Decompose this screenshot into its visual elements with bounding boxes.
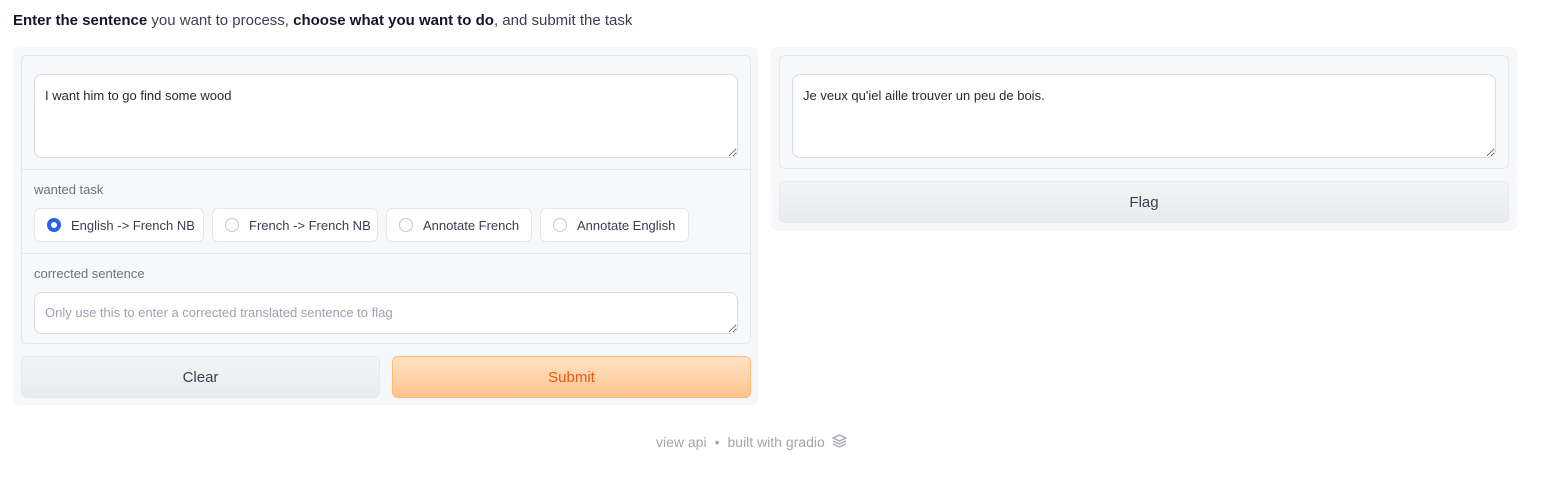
- instructions-text-3: , and submit the task: [493, 12, 633, 29]
- task-label: wanted task: [34, 182, 104, 197]
- output-form: [779, 55, 1509, 169]
- sentence-input[interactable]: [34, 74, 738, 158]
- radio-french-to-french-nb[interactable]: French -> French NB: [212, 208, 378, 242]
- output-panel: Flag: [771, 47, 1517, 231]
- translation-output[interactable]: [792, 74, 1496, 158]
- radio-unselected-icon: [553, 218, 567, 232]
- instructions-bold-2: choose what you want to do: [293, 12, 494, 29]
- clear-button[interactable]: Clear: [21, 356, 380, 398]
- divider: [22, 169, 750, 170]
- divider: [22, 253, 750, 254]
- radio-english-to-french-nb[interactable]: English -> French NB: [34, 208, 204, 242]
- gradio-logo-icon: [832, 434, 847, 448]
- instructions-bold-1: Enter the sentence: [13, 12, 148, 29]
- radio-label: French -> French NB: [249, 217, 371, 233]
- instructions-text-2: you want to process,: [147, 12, 294, 29]
- corrected-sentence-input[interactable]: [34, 292, 738, 334]
- radio-unselected-icon: [225, 218, 239, 232]
- instructions-text: Enter the sentence you want to process, …: [13, 12, 632, 29]
- radio-annotate-french[interactable]: Annotate French: [386, 208, 532, 242]
- view-api-link[interactable]: view api: [656, 434, 707, 450]
- radio-annotate-english[interactable]: Annotate English: [540, 208, 689, 242]
- radio-unselected-icon: [399, 218, 413, 232]
- radio-label: Annotate English: [577, 217, 676, 233]
- radio-selected-icon: [47, 218, 61, 232]
- radio-label: English -> French NB: [71, 217, 195, 233]
- footer-separator: •: [714, 433, 720, 450]
- input-panel: wanted task English -> French NB French …: [13, 47, 758, 405]
- submit-button[interactable]: Submit: [392, 356, 751, 398]
- built-with-gradio-link[interactable]: built with gradio: [728, 434, 825, 450]
- flag-button[interactable]: Flag: [779, 181, 1509, 223]
- input-form: wanted task English -> French NB French …: [21, 55, 751, 344]
- radio-label: Annotate French: [423, 217, 520, 233]
- corrected-sentence-label: corrected sentence: [34, 266, 145, 281]
- footer: view api • built with gradio: [656, 433, 848, 450]
